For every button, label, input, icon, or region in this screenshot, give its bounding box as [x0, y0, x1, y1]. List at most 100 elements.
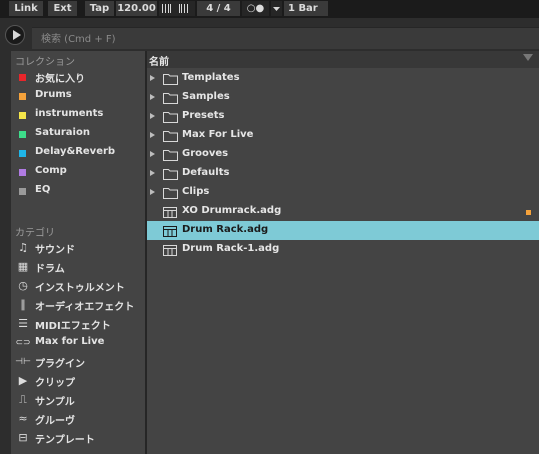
expand-arrow-icon[interactable] [150, 170, 155, 176]
sidebar: コレクション お気に入り Drums instruments Saturaion… [11, 51, 145, 454]
browser-row-clips[interactable]: Clips [147, 183, 539, 202]
clip-icon: ▶ [18, 374, 28, 387]
quantize-select[interactable]: 1 Bar [284, 1, 328, 16]
category-label: MIDIエフェクト [35, 321, 111, 332]
midi-effect-icon: ☰ [18, 317, 28, 330]
template-icon: ⊟ [18, 431, 28, 444]
color-swatch [19, 93, 26, 100]
collection-label: Delay&Reverb [35, 146, 116, 157]
category-label: ドラム [35, 264, 65, 275]
category-label: サウンド [35, 245, 75, 256]
category-label: サンプル [35, 397, 75, 408]
collection-label: EQ [35, 184, 51, 195]
browser-row-defaults[interactable]: Defaults [147, 164, 539, 183]
expand-arrow-icon[interactable] [150, 151, 155, 157]
expand-arrow-icon[interactable] [150, 75, 155, 81]
browser-row-presets[interactable]: Presets [147, 107, 539, 126]
link-button[interactable]: Link [9, 1, 43, 16]
folder-icon [163, 131, 178, 142]
folder-icon [163, 150, 178, 161]
row-label: Drum Rack-1.adg [182, 243, 280, 254]
collection-item-eq[interactable]: EQ [11, 182, 145, 201]
browser-row-samples[interactable]: Samples [147, 88, 539, 107]
groove-icon: ≈ [18, 412, 28, 425]
category-label: クリップ [35, 378, 75, 389]
color-swatch [19, 150, 26, 157]
category-item-plugins[interactable]: ⊣⊢ プラグイン [11, 353, 145, 372]
drum-grid-icon: ▦ [17, 260, 29, 273]
metronome-button[interactable]: ○● [242, 1, 269, 16]
color-swatch [19, 131, 26, 138]
category-item-samples[interactable]: ⎍ サンプル [11, 391, 145, 410]
expand-arrow-icon[interactable] [150, 94, 155, 100]
row-label: Max For Live [182, 129, 254, 140]
folder-icon [163, 74, 178, 85]
category-item-clips[interactable]: ▶ クリップ [11, 372, 145, 391]
collection-item-favorites[interactable]: お気に入り [11, 68, 145, 87]
clock-icon: ◷ [18, 279, 28, 292]
categories-heading: カテゴリ [15, 228, 55, 239]
color-swatch [19, 74, 26, 81]
browser-row-xo-drumrack[interactable]: XO Drumrack.adg [147, 202, 539, 221]
tempo-field[interactable]: 120.00 [116, 1, 157, 16]
search-input[interactable] [41, 32, 521, 46]
category-item-templates[interactable]: ⊟ テンプレート [11, 429, 145, 448]
row-label: Templates [182, 72, 240, 83]
category-item-instruments[interactable]: ◷ インストゥルメント [11, 277, 145, 296]
expand-arrow-icon[interactable] [150, 132, 155, 138]
collection-item-delay-reverb[interactable]: Delay&Reverb [11, 144, 145, 163]
row-label: Drum Rack.adg [182, 224, 269, 235]
category-label: プラグイン [35, 359, 85, 370]
folder-icon [163, 93, 178, 104]
category-item-midi-effects[interactable]: ☰ MIDIエフェクト [11, 315, 145, 334]
preview-play-button[interactable] [5, 25, 25, 45]
row-label: Grooves [182, 148, 229, 159]
browser-row-grooves[interactable]: Grooves [147, 145, 539, 164]
sample-waveform-icon: ⎍ [19, 393, 27, 406]
category-item-grooves[interactable]: ≈ グルーヴ [11, 410, 145, 429]
name-column-header[interactable]: 名前 [147, 51, 539, 68]
color-swatch [19, 169, 26, 176]
browser-row-drum-rack[interactable]: Drum Rack.adg [147, 221, 539, 240]
collection-item-saturation[interactable]: Saturaion [11, 125, 145, 144]
category-label: グルーヴ [35, 416, 75, 427]
row-label: Samples [182, 91, 230, 102]
sort-arrow-icon[interactable] [523, 54, 533, 61]
tap-button[interactable]: Tap [85, 1, 114, 16]
file-browser: 名前 Templates Samples Presets Max For Liv… [147, 51, 539, 454]
metronome-dropdown[interactable] [271, 1, 282, 16]
collection-item-comp[interactable]: Comp [11, 163, 145, 182]
collection-item-instruments[interactable]: instruments [11, 106, 145, 125]
nudge-icon[interactable] [159, 1, 195, 16]
collection-label: お気に入り [35, 74, 85, 85]
folder-icon [163, 112, 178, 123]
collection-label: Saturaion [35, 127, 90, 138]
browser-row-drum-rack-1[interactable]: Drum Rack-1.adg [147, 240, 539, 259]
collection-marker [526, 210, 531, 215]
row-label: Clips [182, 186, 210, 197]
rack-preset-icon [163, 207, 177, 218]
plugin-icon: ⊣⊢ [15, 357, 31, 367]
transport-bar: Link Ext Tap 120.00 4 / 4 ○● 1 Bar [0, 0, 539, 18]
expand-arrow-icon[interactable] [150, 189, 155, 195]
category-item-max-for-live[interactable]: ⊂⊃ Max for Live [11, 334, 145, 353]
category-item-drums[interactable]: ▦ ドラム [11, 258, 145, 277]
collection-item-drums[interactable]: Drums [11, 87, 145, 106]
category-item-audio-effects[interactable]: ∥ オーディオエフェクト [11, 296, 145, 315]
browser-row-templates[interactable]: Templates [147, 69, 539, 88]
search-bar [32, 27, 539, 49]
expand-arrow-icon[interactable] [150, 113, 155, 119]
browser-row-max-for-live[interactable]: Max For Live [147, 126, 539, 145]
time-signature-field[interactable]: 4 / 4 [197, 1, 240, 16]
row-label: Defaults [182, 167, 230, 178]
category-item-sounds[interactable]: ♫ サウンド [11, 239, 145, 258]
collections-heading: コレクション [15, 57, 75, 68]
category-label: インストゥルメント [35, 283, 125, 294]
ext-button[interactable]: Ext [48, 1, 77, 16]
category-label: Max for Live [35, 336, 105, 347]
column-header-label: 名前 [149, 57, 169, 68]
chevron-down-icon [273, 7, 280, 11]
music-note-icon: ♫ [18, 241, 28, 254]
rack-preset-icon [163, 226, 177, 237]
rack-preset-icon [163, 245, 177, 256]
